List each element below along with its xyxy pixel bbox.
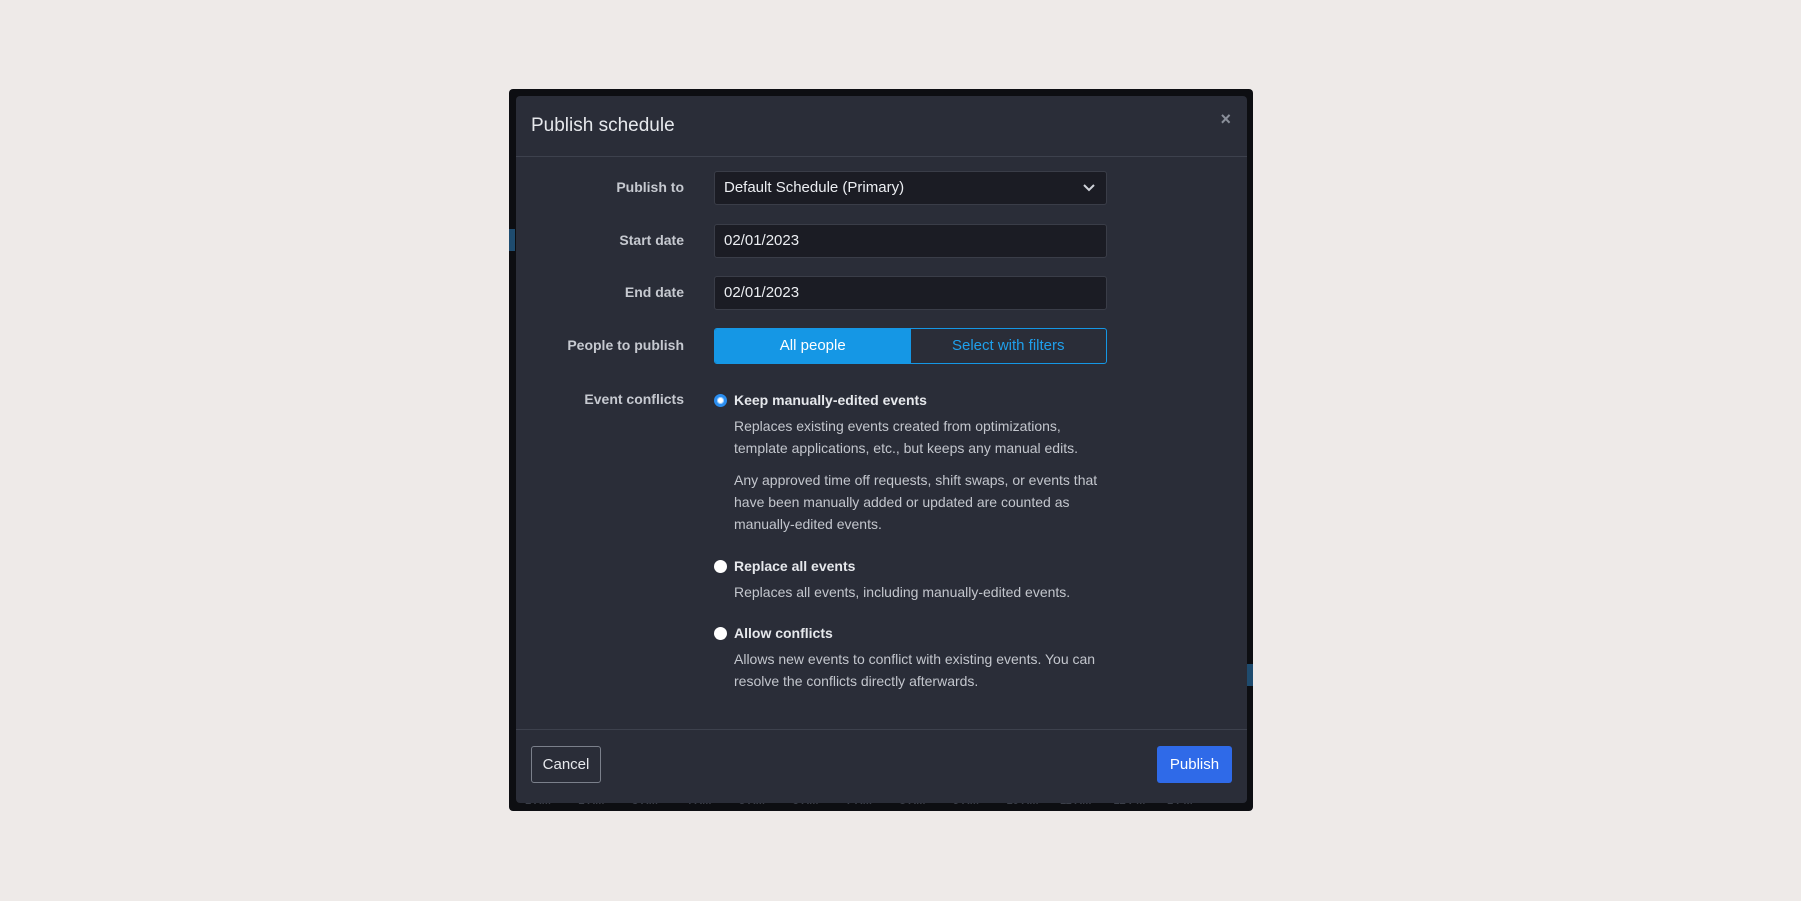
publish-schedule-modal: Publish schedule × Publish to Default Sc… xyxy=(516,96,1247,803)
keep-manual-title: Keep manually-edited events xyxy=(734,392,927,408)
keep-manual-note: Any approved time off requests, shift sw… xyxy=(734,472,1098,532)
cancel-button[interactable]: Cancel xyxy=(531,746,601,783)
people-to-publish-label: People to publish xyxy=(567,337,684,353)
background-event-marker xyxy=(509,229,515,251)
replace-all-radio[interactable] xyxy=(714,559,727,573)
conflict-option-keep-manual: Keep manually-edited events Replaces exi… xyxy=(714,391,1114,535)
background-event-marker xyxy=(1247,664,1253,686)
start-date-label: Start date xyxy=(619,232,684,248)
keep-manual-desc: Replaces existing events created from op… xyxy=(734,418,1078,456)
allow-conflicts-desc: Allows new events to conflict with exist… xyxy=(734,651,1096,689)
keep-manual-radio[interactable] xyxy=(714,393,727,407)
publish-to-label: Publish to xyxy=(616,179,684,195)
replace-all-desc: Replaces all events, including manually-… xyxy=(734,584,1071,600)
end-date-input[interactable]: 02/01/2023 xyxy=(714,276,1107,310)
replace-all-title: Replace all events xyxy=(734,558,856,574)
select-with-filters-option[interactable]: Select with filters xyxy=(911,329,1107,363)
end-date-label: End date xyxy=(624,284,684,300)
conflict-option-allow: Allow conflicts Allows new events to con… xyxy=(714,624,1114,692)
event-conflicts-label: Event conflicts xyxy=(584,391,684,407)
all-people-option[interactable]: All people xyxy=(715,329,911,363)
people-segmented-control: All people Select with filters xyxy=(714,328,1107,364)
chevron-down-icon xyxy=(1082,172,1096,215)
publish-button[interactable]: Publish xyxy=(1157,746,1232,783)
publish-to-value: Default Schedule (Primary) xyxy=(724,179,905,196)
allow-conflicts-radio[interactable] xyxy=(714,626,727,640)
close-icon[interactable]: × xyxy=(1220,110,1231,128)
publish-to-select[interactable]: Default Schedule (Primary) xyxy=(714,171,1107,205)
modal-header: Publish schedule × xyxy=(516,96,1247,157)
modal-footer: Cancel Publish xyxy=(516,729,1247,803)
start-date-input[interactable]: 02/01/2023 xyxy=(714,224,1107,258)
allow-conflicts-title: Allow conflicts xyxy=(734,625,833,641)
conflict-option-replace-all: Replace all events Replaces all events, … xyxy=(714,557,1114,603)
modal-title: Publish schedule xyxy=(531,115,675,136)
